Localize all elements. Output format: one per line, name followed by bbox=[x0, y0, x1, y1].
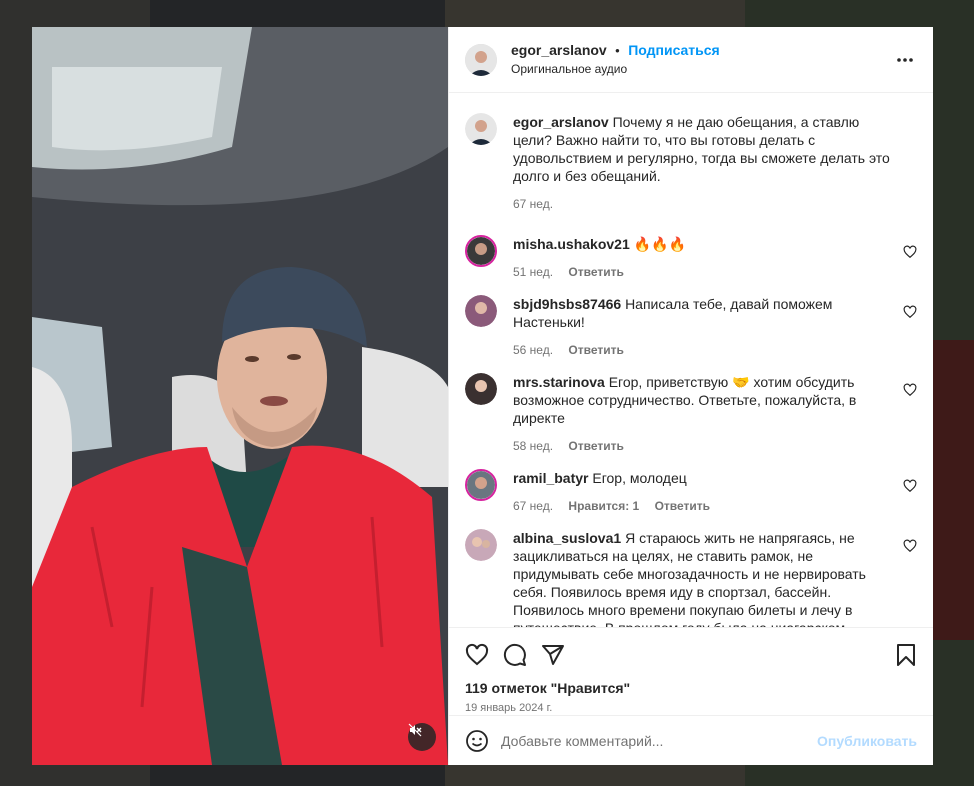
post-actions: 119 отметок "Нравится" 19 январь 2024 г.… bbox=[449, 627, 933, 765]
comment-text: 🔥🔥🔥 bbox=[633, 236, 686, 252]
caption-avatar-image bbox=[465, 113, 497, 145]
comment-input[interactable] bbox=[501, 732, 818, 749]
comment-like-icon[interactable] bbox=[903, 305, 917, 319]
post-modal: egor_arslanov • Подписаться Оригинальное… bbox=[32, 27, 933, 765]
video-frame bbox=[32, 27, 448, 765]
caption-time: 67 нед. bbox=[513, 197, 554, 211]
avatar-image bbox=[465, 373, 497, 405]
comment-username[interactable]: ramil_batyr bbox=[513, 470, 588, 486]
comment-username[interactable]: albina_suslova1 bbox=[513, 530, 621, 546]
bookmark-icon[interactable] bbox=[895, 643, 917, 667]
comment-text: Егор, молодец bbox=[592, 470, 687, 486]
comment-time[interactable]: 67 нед. bbox=[513, 499, 553, 513]
avatar-image bbox=[467, 237, 495, 265]
author-avatar[interactable] bbox=[465, 113, 497, 145]
comment-icon[interactable] bbox=[503, 643, 527, 667]
reply-button[interactable]: Ответить bbox=[655, 499, 710, 513]
separator-dot: • bbox=[615, 43, 620, 58]
author-avatar-image bbox=[465, 43, 497, 76]
comment-item: ramil_batyr Егор, молодец 67 нед. Нравит… bbox=[465, 469, 917, 515]
comment-item: mrs.starinova Егор, приветствую 🤝 хотим … bbox=[465, 373, 917, 455]
comment-like-icon[interactable] bbox=[903, 383, 917, 397]
comment-like-icon[interactable] bbox=[903, 539, 917, 553]
comment-composer: Опубликовать bbox=[449, 715, 933, 765]
video-player[interactable] bbox=[32, 27, 448, 765]
comment-time[interactable]: 56 нед. bbox=[513, 343, 553, 357]
comment-time[interactable]: 51 нед. bbox=[513, 265, 553, 279]
comment-username[interactable]: sbjd9hsbs87466 bbox=[513, 296, 621, 312]
comments-list[interactable]: egor_arslanov Почему я не даю обещания, … bbox=[449, 93, 933, 627]
comment-time[interactable]: 58 нед. bbox=[513, 439, 553, 453]
reply-button[interactable]: Ответить bbox=[568, 343, 623, 357]
comment-item: sbjd9hsbs87466 Написала тебе, давай помо… bbox=[465, 295, 917, 359]
post-side-panel: egor_arslanov • Подписаться Оригинальное… bbox=[448, 27, 933, 765]
share-icon[interactable] bbox=[541, 643, 565, 667]
author-username[interactable]: egor_arslanov bbox=[511, 42, 607, 58]
comment-username[interactable]: mrs.starinova bbox=[513, 374, 605, 390]
audio-label[interactable]: Оригинальное аудио bbox=[511, 60, 720, 78]
emoji-icon[interactable] bbox=[465, 729, 489, 753]
commenter-avatar[interactable] bbox=[465, 469, 497, 501]
comment-like-icon[interactable] bbox=[903, 479, 917, 493]
comment-username[interactable]: misha.ushakov21 bbox=[513, 236, 630, 252]
avatar-image bbox=[465, 529, 497, 561]
caption-username[interactable]: egor_arslanov bbox=[513, 114, 609, 130]
publish-button[interactable]: Опубликовать bbox=[817, 733, 917, 749]
likes-count[interactable]: 119 отметок "Нравится" bbox=[465, 680, 917, 696]
commenter-avatar[interactable] bbox=[465, 295, 497, 327]
comment-item: albina_suslova1 Я стараюсь жить не напря… bbox=[465, 529, 917, 627]
mute-icon bbox=[408, 723, 422, 737]
post-header: egor_arslanov • Подписаться Оригинальное… bbox=[449, 27, 933, 93]
heart-icon[interactable] bbox=[465, 643, 489, 667]
avatar-image bbox=[467, 471, 495, 499]
commenter-avatar[interactable] bbox=[465, 235, 497, 267]
follow-button[interactable]: Подписаться bbox=[628, 42, 720, 58]
reply-button[interactable]: Ответить bbox=[568, 265, 623, 279]
commenter-avatar[interactable] bbox=[465, 529, 497, 561]
post-date[interactable]: 19 январь 2024 г. bbox=[465, 702, 917, 714]
comment-item: misha.ushakov21 🔥🔥🔥 51 нед. Ответить bbox=[465, 235, 917, 281]
more-options-icon[interactable] bbox=[895, 51, 915, 69]
comment-likes-count[interactable]: Нравится: 1 bbox=[568, 499, 639, 513]
mute-button[interactable] bbox=[408, 723, 436, 751]
caption: egor_arslanov Почему я не даю обещания, … bbox=[465, 113, 917, 213]
commenter-avatar[interactable] bbox=[465, 373, 497, 405]
author-avatar[interactable] bbox=[465, 43, 497, 76]
reply-button[interactable]: Ответить bbox=[568, 439, 623, 453]
comment-like-icon[interactable] bbox=[903, 245, 917, 259]
avatar-image bbox=[465, 295, 497, 327]
